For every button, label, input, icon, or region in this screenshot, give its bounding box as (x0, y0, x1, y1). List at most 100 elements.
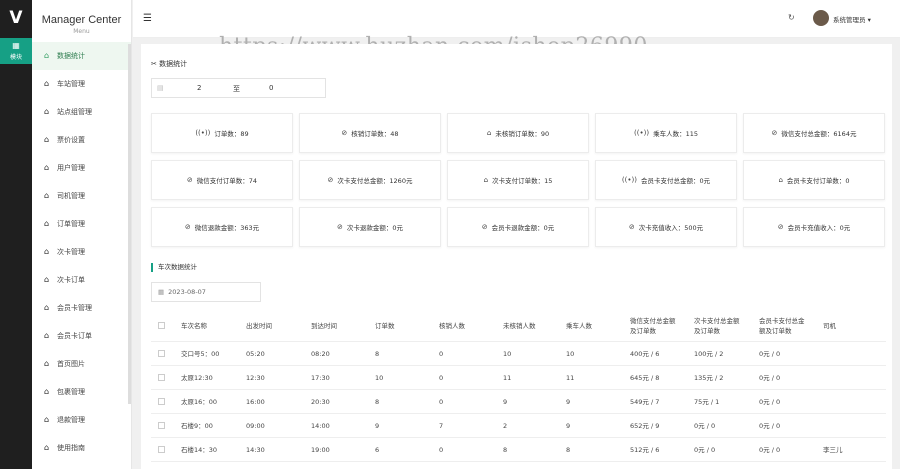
table-cell: 0 (439, 445, 444, 454)
home-icon: ⌂ (44, 443, 50, 452)
stat-label: 核销订单数：48 (351, 130, 399, 138)
stat-label: 会员卡支付订单数：0 (786, 177, 850, 185)
home-icon: ⌂ (44, 163, 50, 172)
row-checkbox[interactable] (158, 349, 165, 357)
sidebar-item-label: 次卡管理 (57, 248, 85, 256)
home-icon: ⌂ (486, 129, 492, 137)
icon-rail: V ▦ 模块 (0, 0, 32, 469)
sidebar-item[interactable]: ⌂ 站点组管理 (32, 98, 131, 126)
row-checkbox[interactable] (158, 421, 165, 429)
trip-section-title: 车次数据统计 (151, 263, 197, 272)
sidebar-item-label: 退款管理 (57, 416, 85, 424)
sidebar-item-label: 司机管理 (57, 192, 85, 200)
sidebar-item-label: 会员卡订单 (57, 332, 92, 340)
sidebar-item[interactable]: ⌂ 首页图片 (32, 350, 131, 378)
table-cell: 08:20 (311, 349, 330, 358)
date-input[interactable]: ▦ 2023-08-07 (151, 282, 261, 302)
sidebar-item[interactable]: ⌂ 退款管理 (32, 406, 131, 434)
select-all-checkbox[interactable] (158, 321, 165, 329)
main-content: ✂ 数据统计 ▤ 2 至 0 ((•)) 订单数：89 ⊘ 核销订单数：48 ⌂ 未核销订… (141, 44, 892, 469)
home-icon: ⌂ (44, 191, 50, 200)
check-circle-icon: ⊘ (777, 223, 784, 231)
table-cell: 12:30 (246, 373, 265, 382)
stat-label: 次卡支付总金额：1260元 (337, 177, 413, 185)
sidebar-item[interactable]: ⌂ 会员卡管理 (32, 294, 131, 322)
table-cell: 9 (375, 421, 380, 430)
home-icon: ⌂ (44, 415, 50, 424)
table-cell: 太原16：00 (181, 397, 218, 406)
signal-icon: ((•)) (621, 176, 637, 184)
stat-card: ⌂ 未核销订单数：90 (447, 113, 589, 153)
stat-card: ⊘ 核销订单数：48 (299, 113, 441, 153)
stat-label: 微信退款金额：363元 (194, 224, 260, 232)
sidebar-item-label: 车站管理 (57, 80, 85, 88)
check-circle-icon: ⊘ (184, 223, 191, 231)
table-cell: 75元 / 1 (694, 397, 720, 406)
module-button[interactable]: ▦ 模块 (0, 38, 32, 64)
table-cell: 石楼9：00 (181, 421, 213, 430)
user-menu[interactable]: 系统管理员 ▾ (833, 14, 871, 24)
table-cell: 6 (375, 445, 380, 454)
sidebar-item[interactable]: ⌂ 司机管理 (32, 182, 131, 210)
table-cell: 05:20 (246, 349, 265, 358)
app-logo: V (9, 8, 23, 28)
row-checkbox[interactable] (158, 373, 165, 381)
table-header-cell: 司机 (823, 321, 836, 330)
sidebar-item-label: 站点组管理 (57, 108, 92, 116)
sidebar: Manager Center Menu ⌂ 数据统计 ⌂ 车站管理 ⌂ 站点组管理 ⌂ 票价设… (32, 0, 132, 469)
sidebar-item[interactable]: ⌂ 次卡订单 (32, 266, 131, 294)
range-input[interactable]: ▤ 2 至 0 (151, 78, 326, 98)
sidebar-item-label: 次卡订单 (57, 276, 85, 284)
table-cell: 8 (375, 349, 380, 358)
sidebar-item[interactable]: ⌂ 订单管理 (32, 210, 131, 238)
sidebar-item[interactable]: ⌂ 车站管理 (32, 70, 131, 98)
table-cell: 16:00 (246, 397, 265, 406)
sidebar-item[interactable]: ⌂ 会员卡订单 (32, 322, 131, 350)
table-cell: 10 (566, 349, 575, 358)
sidebar-item[interactable]: ⌂ 包裹管理 (32, 378, 131, 406)
table-cell: 10 (375, 373, 384, 382)
stat-card: ((•)) 订单数：89 (151, 113, 293, 153)
stat-label: 次卡退款金额：0元 (346, 224, 403, 232)
sidebar-item[interactable]: ⌂ 次卡管理 (32, 238, 131, 266)
menu-toggle-icon[interactable]: ☰ (143, 13, 152, 24)
table-cell: 645元 / 8 (630, 373, 660, 382)
table-header-cell: 会员卡支付总金 额及订单数 (759, 316, 805, 335)
sidebar-title: Manager Center (41, 14, 122, 26)
sidebar-scrollbar[interactable] (128, 44, 131, 404)
stat-card: ⊘ 次卡支付总金额：1260元 (299, 160, 441, 200)
signal-icon: ((•)) (634, 129, 650, 137)
table-cell: 石楼14：30 (181, 445, 218, 454)
table-cell: 0元 / 0 (759, 349, 781, 358)
table-row: 交口号5：00 05:20 08:20 8 0 10 10 400元 / 6 100元 / 2 0… (151, 342, 886, 366)
row-checkbox[interactable] (158, 445, 165, 453)
sidebar-item[interactable]: ⌂ 数据统计 (32, 42, 131, 70)
table-cell: 9 (566, 421, 571, 430)
avatar[interactable] (813, 10, 829, 26)
table-cell: 9 (503, 397, 508, 406)
check-circle-icon: ⊘ (628, 223, 635, 231)
stat-card: ⊘ 会员卡充值收入：0元 (743, 207, 885, 247)
stat-label: 会员卡支付总金额：0元 (640, 177, 711, 185)
table-cell: 0元 / 0 (694, 445, 716, 454)
table-cell: 135元 / 2 (694, 373, 724, 382)
range-end-value: 0 (269, 84, 274, 92)
table-header-cell: 微信支付总金额 及订单数 (630, 316, 676, 335)
signal-icon: ((•)) (195, 129, 211, 137)
table-cell: 0元 / 0 (759, 445, 781, 454)
sidebar-item[interactable]: ⌂ 用户管理 (32, 154, 131, 182)
home-icon: ⌂ (44, 275, 50, 284)
check-circle-icon: ⊘ (341, 129, 348, 137)
table-row: 石楼9：00 09:00 14:00 9 7 2 9 652元 / 9 0元 / 0 0元 / 0 (151, 414, 886, 438)
refresh-icon[interactable]: ↻ (788, 13, 795, 22)
sidebar-item-label: 订单管理 (57, 220, 85, 228)
table-header-cell: 车次名称 (181, 321, 207, 330)
list-icon: ▤ (157, 84, 164, 92)
table-cell: 2 (503, 421, 508, 430)
table-cell: 652元 / 9 (630, 421, 660, 430)
table-cell: 太原12:30 (181, 373, 213, 382)
sidebar-item[interactable]: ⌂ 使用指南 (32, 434, 131, 462)
date-value: 2023-08-07 (168, 288, 206, 296)
row-checkbox[interactable] (158, 397, 165, 405)
sidebar-item[interactable]: ⌂ 票价设置 (32, 126, 131, 154)
